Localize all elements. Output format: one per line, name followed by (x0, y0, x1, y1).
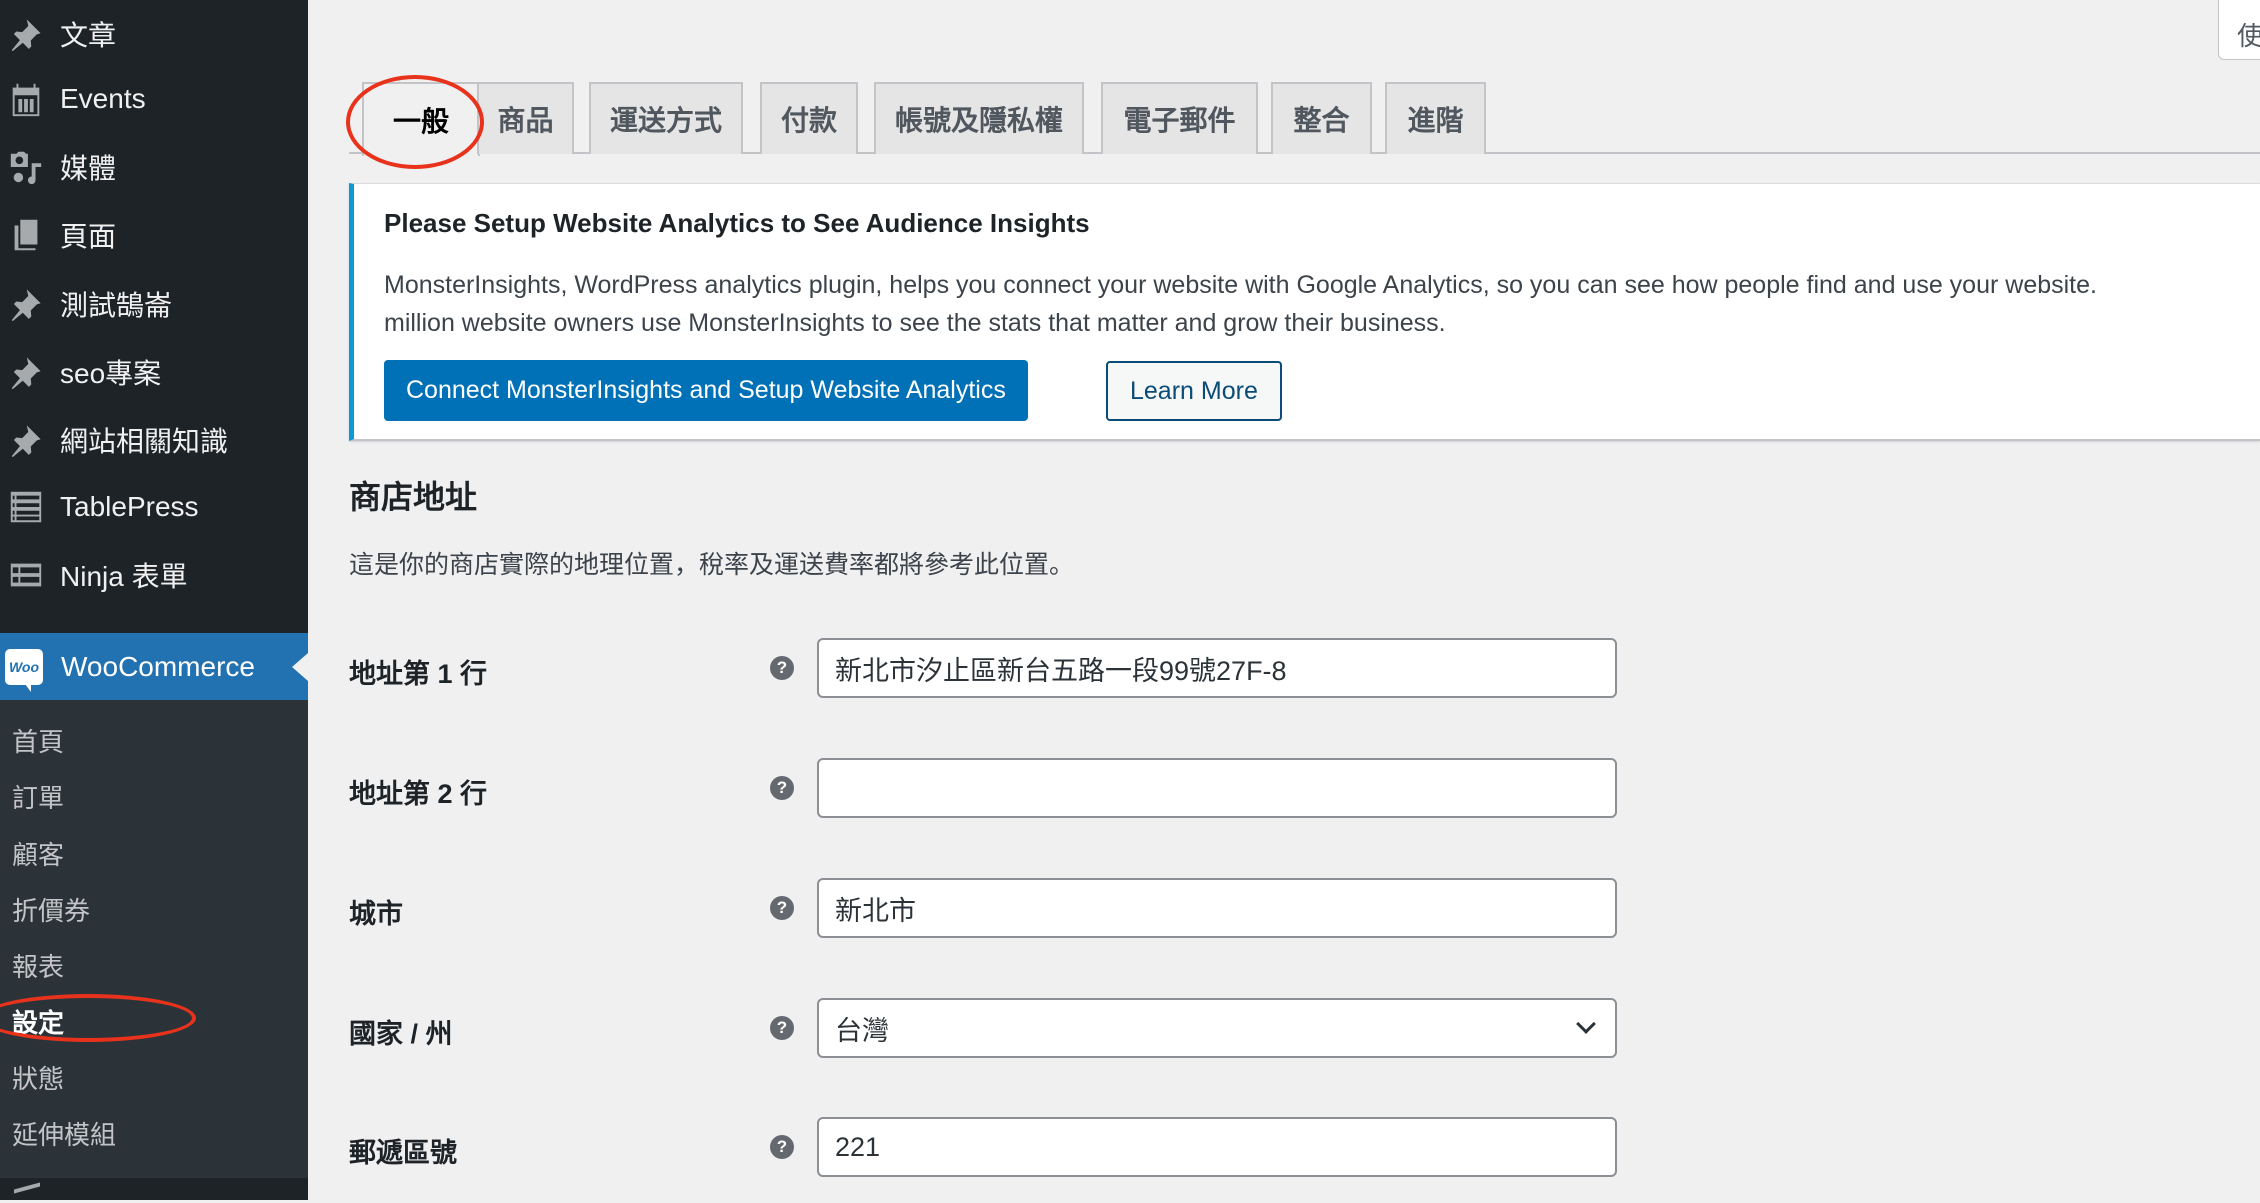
sidebar-item-label: 頁面 (60, 221, 117, 252)
settings-tabs: 一般 商品 運送方式 付款 帳號及隱私權 電子郵件 整合 進階 (349, 82, 2260, 156)
submenu-item-orders[interactable]: 訂單 (12, 778, 64, 818)
sidebar-item-media[interactable]: 媒體 (0, 133, 308, 201)
help-icon[interactable]: ? (770, 776, 794, 800)
help-icon[interactable]: ? (770, 1135, 794, 1159)
submenu-item-customers[interactable]: 顧客 (12, 835, 64, 875)
help-icon[interactable]: ? (770, 896, 794, 920)
country-select-value: 台灣 (835, 1015, 889, 1046)
sidebar-item-events[interactable]: Events (0, 65, 308, 133)
city-input[interactable]: 新北市 (817, 878, 1617, 938)
form-icon (4, 553, 48, 597)
sidebar-item-posts[interactable]: 文章 (0, 0, 308, 68)
field-label: 郵遞區號 (349, 1138, 457, 1168)
tab-payments[interactable]: 付款 (760, 82, 858, 154)
connect-monsterinsights-button[interactable]: Connect MonsterInsights and Setup Websit… (384, 360, 1028, 421)
submenu-item-coupons[interactable]: 折價券 (12, 891, 90, 931)
sidebar-item-label: 網站相關知識 (60, 426, 229, 457)
sidebar-item-label: 文章 (60, 20, 117, 51)
notice-body: MonsterInsights, WordPress analytics plu… (384, 266, 2260, 342)
pushpin-icon (4, 418, 48, 462)
form-row-postcode: 郵遞區號 ? 221 (349, 1117, 2260, 1177)
sidebar-item-web-knowledge[interactable]: 網站相關知識 (0, 406, 308, 474)
learn-more-button[interactable]: Learn More (1106, 361, 1282, 421)
notice-title: Please Setup Website Analytics to See Au… (384, 208, 1090, 238)
tab-shipping[interactable]: 運送方式 (589, 82, 743, 154)
sidebar-item-woocommerce[interactable]: Woo WooCommerce (0, 633, 308, 700)
tab-advanced[interactable]: 進階 (1385, 82, 1486, 154)
submenu-item-extensions[interactable]: 延伸模組 (12, 1115, 116, 1155)
calendar-icon (4, 77, 48, 121)
notice-body-line2: million website owners use MonsterInsigh… (384, 309, 1446, 337)
form-row-country: 國家 / 州 ? 台灣 (349, 998, 2260, 1058)
sidebar-item-label: 測試鵠崙 (60, 290, 173, 321)
tab-accounts-privacy[interactable]: 帳號及隱私權 (874, 82, 1084, 154)
submenu-item-reports[interactable]: 報表 (12, 947, 64, 987)
help-icon[interactable]: ? (770, 1016, 794, 1040)
sidebar-item-label: TablePress (60, 491, 199, 522)
postcode-input[interactable]: 221 (817, 1117, 1617, 1177)
sidebar-item-seo-projects[interactable]: seo專案 (0, 338, 308, 406)
sidebar-item-pages[interactable]: 頁面 (0, 201, 308, 269)
sidebar-item-label: 媒體 (60, 153, 117, 184)
country-select[interactable]: 台灣 (817, 998, 1617, 1058)
section-title: 商店地址 (349, 479, 478, 515)
submenu-item-status[interactable]: 狀態 (12, 1059, 64, 1099)
pushpin-icon (4, 350, 48, 394)
chevron-down-icon (1576, 1014, 1596, 1034)
woocommerce-logo-icon: Woo (5, 648, 43, 692)
help-tab-button[interactable]: 使 (2218, 0, 2260, 60)
woocommerce-submenu: 首頁 訂單 顧客 折價券 報表 設定 狀態 延伸模組 (0, 700, 308, 1178)
form-row-address-1: 地址第 1 行 ? 新北市汐止區新台五路一段99號27F-8 (349, 638, 2260, 698)
sidebar-item-label: WooCommerce (61, 650, 255, 682)
sidebar-item-ninja-forms[interactable]: Ninja 表單 (0, 541, 308, 609)
sidebar-item-label: Events (60, 83, 146, 114)
table-icon (4, 485, 48, 529)
admin-sidebar: 文章 Events 媒體 頁面 測試鵠崙 seo專案 網站相關知識 TableP… (0, 0, 308, 1203)
notice-body-line1: MonsterInsights, WordPress analytics plu… (384, 271, 2097, 299)
pages-icon (4, 213, 48, 257)
address-line-1-input[interactable]: 新北市汐止區新台五路一段99號27F-8 (817, 638, 1617, 698)
pushpin-icon (4, 282, 48, 326)
form-row-city: 城市 ? 新北市 (349, 878, 2260, 938)
tab-emails[interactable]: 電子郵件 (1101, 82, 1258, 154)
field-label: 地址第 1 行 (349, 659, 488, 689)
sidebar-item-custom-posts-1[interactable]: 測試鵠崙 (0, 270, 308, 338)
form-row-address-2: 地址第 2 行 ? (349, 758, 2260, 818)
tab-general[interactable]: 一般 (362, 82, 480, 156)
sidebar-item-label: seo專案 (60, 358, 162, 389)
submenu-item-home[interactable]: 首頁 (12, 722, 64, 762)
field-label: 城市 (349, 899, 403, 929)
help-icon[interactable]: ? (770, 656, 794, 680)
monsterinsights-notice: Please Setup Website Analytics to See Au… (349, 183, 2260, 441)
media-icon (4, 145, 48, 189)
section-description: 這是你的商店實際的地理位置，稅率及運送費率都將參考此位置。 (349, 551, 1075, 579)
tab-integration[interactable]: 整合 (1271, 82, 1372, 154)
tab-products[interactable]: 商品 (477, 82, 574, 154)
field-label: 國家 / 州 (349, 1019, 453, 1049)
current-menu-arrow-icon (292, 653, 308, 681)
sidebar-item-next[interactable] (0, 1178, 308, 1203)
sidebar-item-label: Ninja 表單 (60, 561, 188, 592)
field-label: 地址第 2 行 (349, 779, 488, 809)
address-line-2-input[interactable] (817, 758, 1617, 818)
pushpin-icon (4, 12, 48, 56)
sidebar-item-tablepress[interactable]: TablePress (0, 473, 308, 541)
submenu-item-settings[interactable]: 設定 (12, 1003, 64, 1043)
